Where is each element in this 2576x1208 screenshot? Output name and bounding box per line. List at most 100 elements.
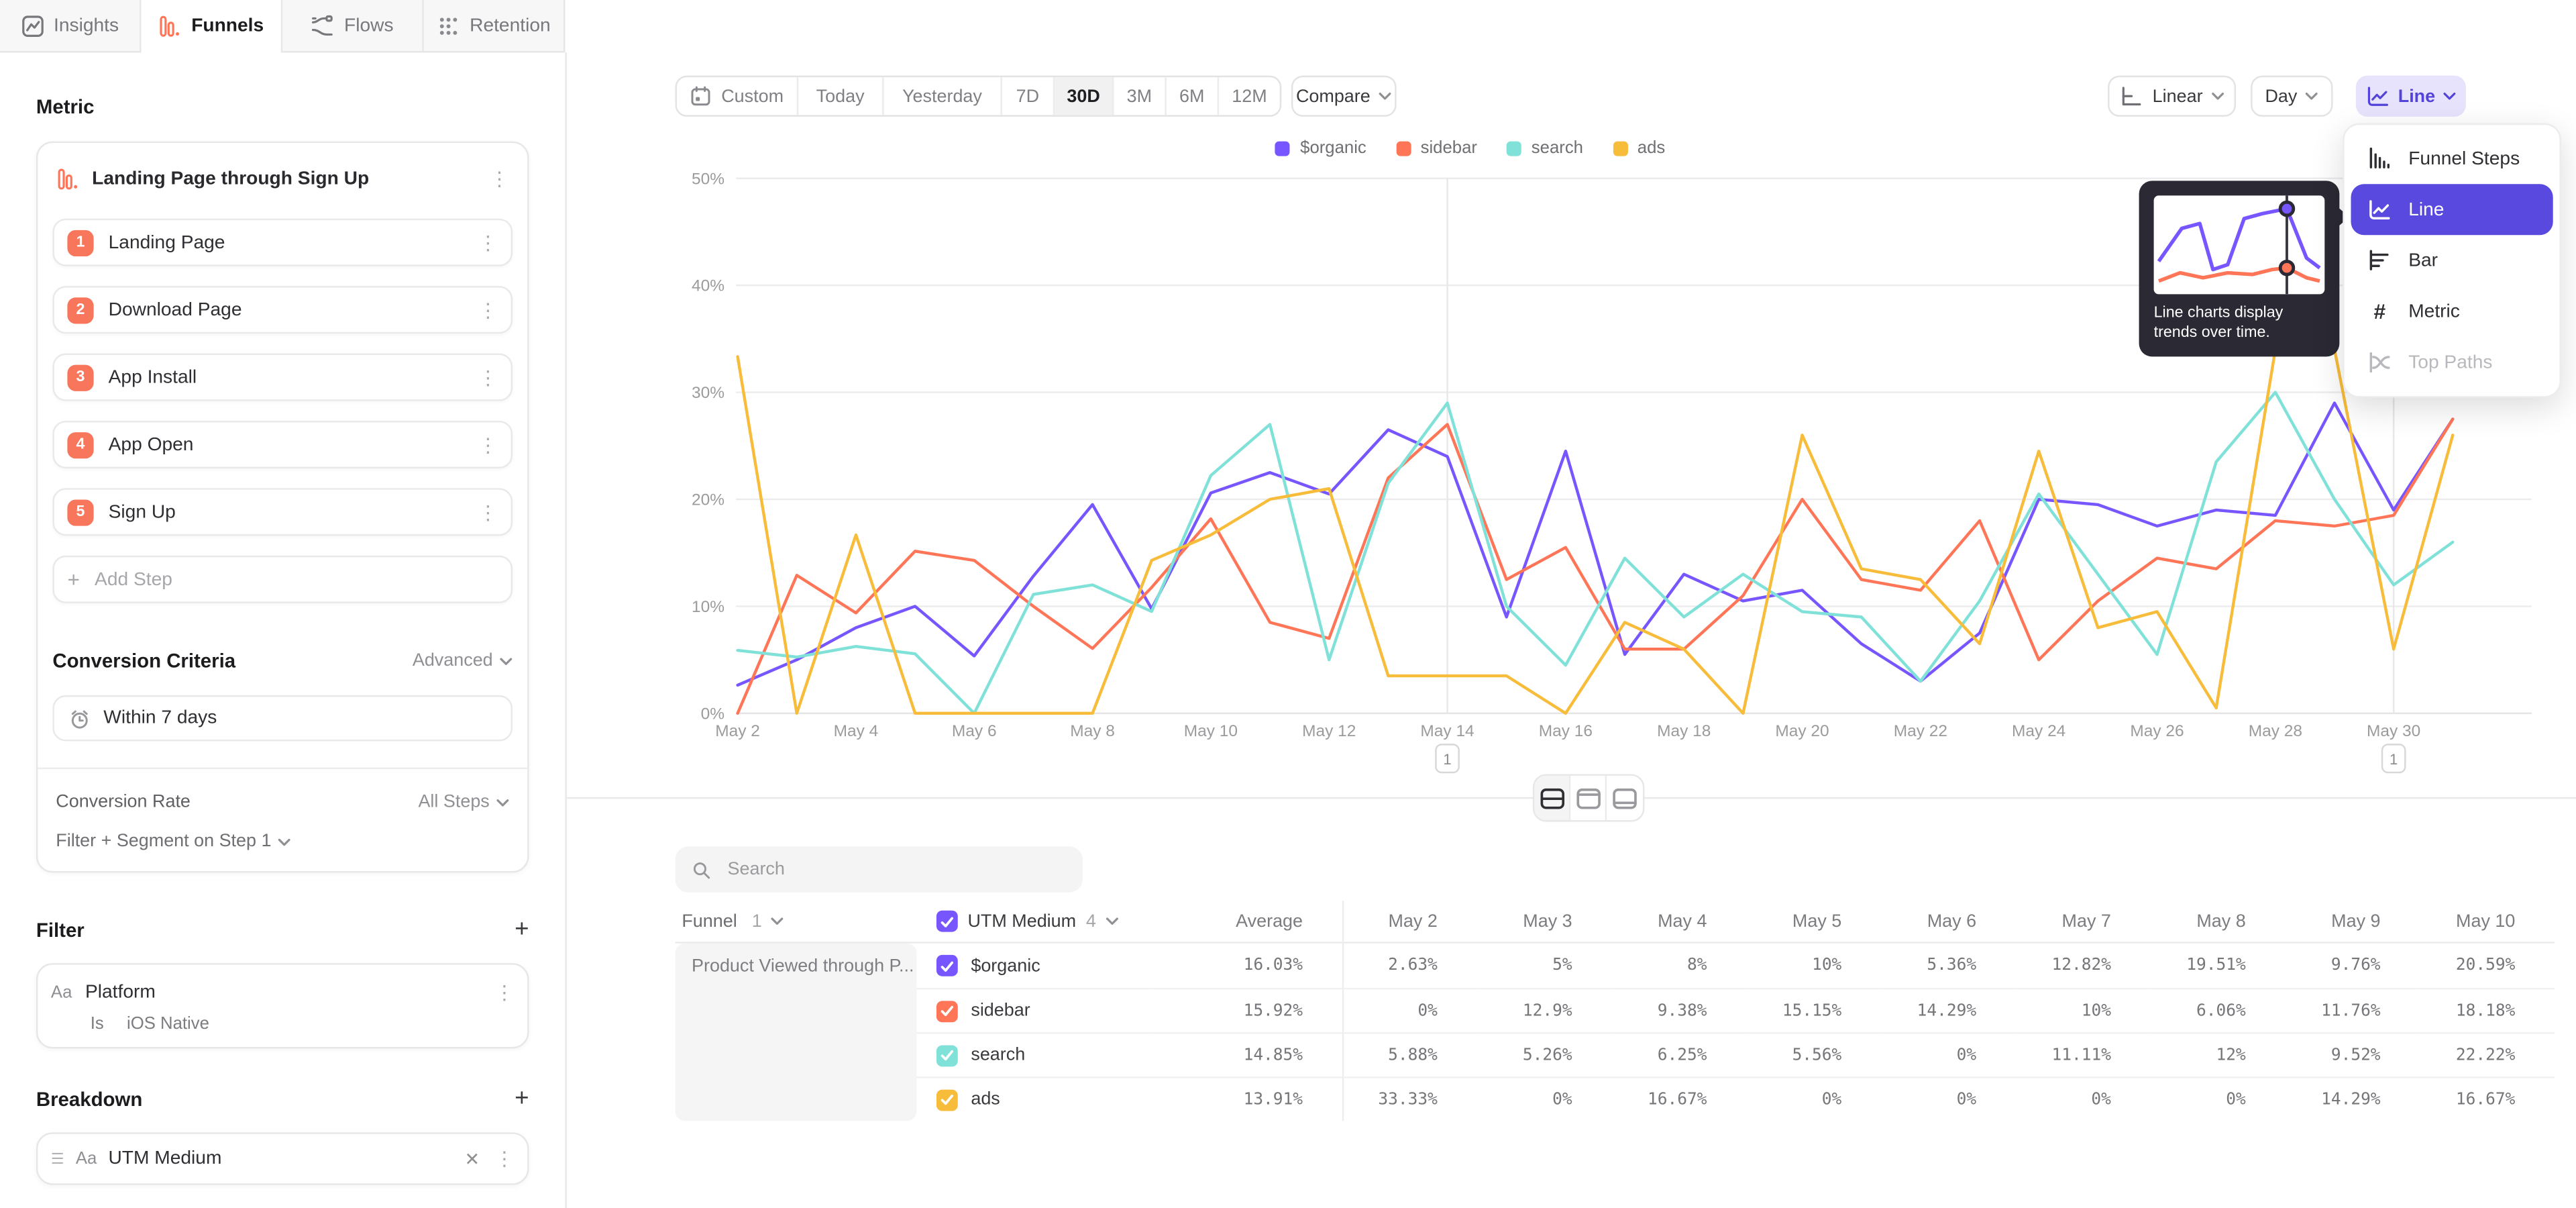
table-average-value: 13.91% (1150, 1076, 1342, 1121)
table-value: 11.11% (2016, 1032, 2151, 1076)
add-filter-button[interactable]: + (515, 922, 529, 938)
table-series-search[interactable]: search (917, 1032, 1150, 1076)
x-axis-tick: May 6 (952, 722, 997, 740)
range-6m-button[interactable]: 6M (1167, 77, 1219, 115)
conversion-window-button[interactable]: Within 7 days (52, 695, 513, 742)
table-series-sidebar[interactable]: sidebar (917, 988, 1150, 1032)
breakdown-kebab-icon[interactable]: ⋮ (494, 1147, 514, 1170)
tab-retention[interactable]: Retention (424, 0, 566, 52)
y-axis-tick: 20% (692, 491, 724, 509)
range-today-button[interactable]: Today (798, 77, 883, 115)
menu-item-bar[interactable]: Bar (2351, 235, 2553, 286)
series-checkbox[interactable] (936, 1044, 958, 1066)
table-only-toggle[interactable] (1607, 776, 1643, 820)
table-series-organic[interactable]: $organic (917, 944, 1150, 988)
funnel-step-5[interactable]: 5Sign Up⋮ (52, 488, 513, 536)
menu-item-metric[interactable]: #Metric (2351, 286, 2553, 337)
compare-button[interactable]: Compare (1291, 76, 1397, 117)
granularity-dropdown[interactable]: Day (2251, 76, 2332, 117)
step-kebab-icon[interactable]: ⋮ (478, 298, 498, 321)
tab-insights[interactable]: Insights (0, 0, 142, 52)
range-custom-button[interactable]: Custom (677, 77, 798, 115)
step-kebab-icon[interactable]: ⋮ (478, 433, 498, 456)
legend-item-ads[interactable]: ads (1613, 138, 1665, 158)
series-line-organic (738, 403, 2453, 685)
step-label: App Install (109, 367, 464, 387)
step-kebab-icon[interactable]: ⋮ (478, 501, 498, 523)
step-number-badge: 4 (67, 432, 93, 458)
table-value: 12.9% (1477, 988, 1612, 1032)
funnel-step-2[interactable]: 2Download Page⋮ (52, 286, 513, 334)
range-30d-button[interactable]: 30D (1055, 77, 1114, 115)
funnel-menu-kebab-icon[interactable]: ⋮ (490, 168, 509, 191)
series-checkbox[interactable] (936, 911, 958, 932)
series-checkbox[interactable] (936, 955, 958, 976)
filter-segment-toggle[interactable]: Filter + Segment on Step 1 (56, 832, 291, 851)
funnel-step-3[interactable]: 3App Install⋮ (52, 354, 513, 401)
breakdown-card[interactable]: ☰ Aa UTM Medium ✕ ⋮ (36, 1132, 529, 1185)
y-axis-tick: 10% (692, 598, 724, 616)
clock-icon (69, 707, 91, 729)
series-checkbox[interactable] (936, 1089, 958, 1110)
date-column-header: May 6 (1881, 901, 2016, 944)
tab-funnels[interactable]: Funnels (142, 0, 283, 52)
table-value: 6.25% (1611, 1032, 1746, 1076)
remove-breakdown-icon[interactable]: ✕ (465, 1148, 480, 1170)
y-axis-tick: 40% (692, 277, 724, 295)
chart-type-dropdown[interactable]: Line (2356, 76, 2466, 117)
funnel-column-header[interactable]: Funnel1 (676, 901, 917, 944)
step-kebab-icon[interactable]: ⋮ (478, 366, 498, 389)
legend-item-organic[interactable]: $organic (1275, 138, 1366, 158)
search-input[interactable] (724, 858, 1067, 880)
funnel-metric-card: Landing Page through Sign Up ⋮ 1Landing … (36, 142, 529, 873)
tab-flows[interactable]: Flows (282, 0, 424, 52)
menu-item-funnel-steps[interactable]: Funnel Steps (2351, 133, 2553, 184)
range-yesterday-button[interactable]: Yesterday (884, 77, 1002, 115)
drag-handle-icon[interactable]: ☰ (51, 1150, 64, 1168)
add-breakdown-button[interactable]: + (515, 1091, 529, 1107)
legend-item-search[interactable]: search (1507, 138, 1583, 158)
top-paths-icon (2367, 350, 2392, 375)
date-column-header: May 3 (1477, 901, 1612, 944)
chevron-down-icon (2443, 92, 2457, 100)
breakdown-table: Funnel1UTM Medium4AverageMay 2May 3May 4… (676, 901, 2555, 1121)
breakdown-column-header[interactable]: UTM Medium4 (917, 901, 1150, 944)
range-12m-button[interactable]: 12M (1219, 77, 1280, 115)
chart-only-toggle[interactable] (1570, 776, 1607, 820)
conversion-rate-dropdown[interactable]: All Steps (418, 792, 509, 811)
range-7d-button[interactable]: 7D (1002, 77, 1055, 115)
filter-value[interactable]: iOS Native (127, 1014, 209, 1034)
y-axis-tick: 0% (701, 705, 724, 723)
tab-label: Funnels (191, 16, 264, 36)
table-value: 19.51% (2151, 944, 2286, 988)
step-number-badge: 1 (67, 230, 93, 256)
table-value: 15.15% (1746, 988, 1881, 1032)
range-3m-button[interactable]: 3M (1114, 77, 1166, 115)
funnel-steps-icon (2367, 146, 2392, 171)
series-checkbox[interactable] (936, 1000, 958, 1021)
add-step-button[interactable]: + Add Step (52, 556, 513, 603)
date-column-header: May 5 (1746, 901, 1881, 944)
funnel-step-1[interactable]: 1 Landing Page ⋮ (52, 219, 513, 266)
filter-kebab-icon[interactable]: ⋮ (494, 981, 514, 1004)
chevron-down-icon (1379, 92, 1392, 100)
filter-card[interactable]: Aa Platform ⋮ Is iOS Native (36, 963, 529, 1048)
scale-dropdown[interactable]: Linear (2108, 76, 2236, 117)
split-view-toggle[interactable] (1534, 776, 1570, 820)
table-series-ads[interactable]: ads (917, 1076, 1150, 1121)
step-label: Landing Page (109, 233, 464, 252)
advanced-dropdown[interactable]: Advanced (413, 651, 513, 670)
filter-operator[interactable]: Is (91, 1014, 104, 1034)
step-kebab-icon[interactable]: ⋮ (478, 231, 498, 254)
x-axis-tick: May 4 (834, 722, 879, 740)
funnel-step-4[interactable]: 4App Open⋮ (52, 421, 513, 468)
menu-item-line[interactable]: Line (2351, 184, 2553, 235)
x-axis-tick: May 16 (1539, 722, 1593, 740)
table-value: 33.33% (1342, 1076, 1477, 1121)
tooltip-preview-chart (2154, 195, 2325, 294)
legend-label: $organic (1300, 138, 1366, 158)
funnel-steps-list: 1Landing Page⋮2Download Page⋮3App Instal… (52, 219, 513, 536)
legend-item-sidebar[interactable]: sidebar (1396, 138, 1477, 158)
plus-icon: + (67, 567, 80, 592)
chevron-down-icon (2211, 92, 2224, 100)
